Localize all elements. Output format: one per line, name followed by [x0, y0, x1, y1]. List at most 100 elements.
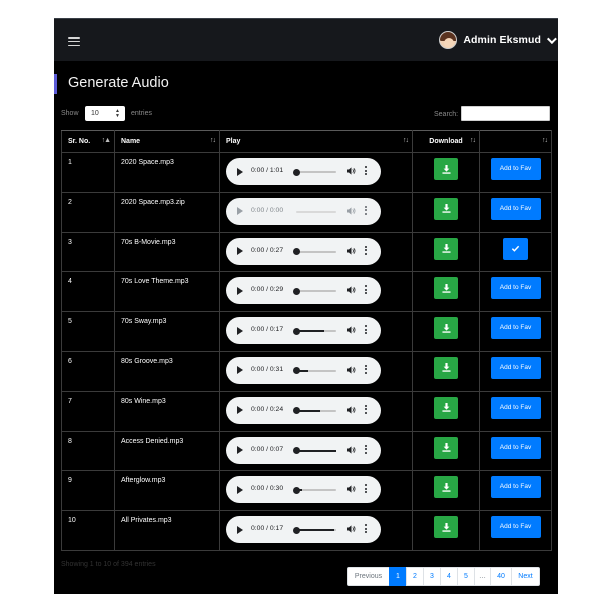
seek-knob[interactable] [292, 447, 300, 455]
add-to-fav-button[interactable]: Add to Fav [490, 277, 541, 300]
seek-bar[interactable] [292, 486, 336, 494]
more-options-icon[interactable] [365, 245, 367, 256]
volume-icon[interactable] [347, 365, 356, 375]
more-options-icon[interactable] [365, 325, 367, 335]
seek-knob[interactable] [292, 486, 300, 494]
seek-knob[interactable] [292, 287, 300, 295]
play-icon[interactable] [237, 485, 243, 494]
cell-sr-no: 7 [61, 390, 115, 432]
play-icon[interactable] [237, 326, 243, 335]
volume-icon[interactable] [347, 325, 356, 335]
cell-download [412, 191, 480, 233]
audio-player[interactable]: 0:00 / 0:31 [226, 356, 381, 384]
play-icon[interactable] [237, 366, 243, 375]
audio-player[interactable]: 0:00 / 0:17 [226, 516, 381, 544]
audio-player[interactable]: 0:00 / 0:27 [226, 237, 381, 265]
favorited-button[interactable] [503, 237, 528, 260]
more-options-icon[interactable] [365, 285, 367, 295]
audio-player[interactable]: 0:00 / 0:30 [226, 476, 381, 504]
page-button-3[interactable]: 3 [423, 567, 441, 586]
seek-knob[interactable] [292, 168, 300, 176]
more-options-icon[interactable] [365, 166, 367, 176]
add-to-fav-button[interactable]: Add to Fav [490, 158, 541, 180]
download-button[interactable] [434, 237, 458, 260]
more-options-icon[interactable] [365, 484, 367, 494]
play-icon[interactable] [237, 167, 243, 176]
download-button[interactable] [434, 317, 458, 340]
more-options-icon[interactable] [365, 404, 367, 415]
seek-knob[interactable] [292, 367, 300, 375]
column-header-favorite[interactable]: ↑↓ [479, 130, 552, 153]
audio-player[interactable]: 0:00 / 0:24 [226, 396, 381, 424]
seek-bar[interactable] [292, 367, 336, 375]
seek-bar[interactable] [292, 447, 336, 455]
play-icon[interactable] [237, 207, 243, 216]
play-icon[interactable] [237, 406, 243, 415]
play-icon[interactable] [237, 525, 243, 534]
page-length-select[interactable]: 10 ▲ ▼ [85, 106, 125, 121]
play-icon[interactable] [237, 286, 243, 295]
play-icon[interactable] [237, 446, 243, 455]
volume-icon[interactable] [347, 484, 356, 494]
add-to-fav-button[interactable]: Add to Fav [490, 317, 541, 340]
user-menu[interactable]: Admin Eksmud [439, 30, 557, 50]
download-button[interactable] [434, 277, 458, 300]
seek-knob[interactable] [292, 407, 300, 415]
download-button[interactable] [434, 396, 458, 419]
audio-player[interactable]: 0:00 / 0:00 [226, 197, 381, 225]
add-to-fav-button[interactable]: Add to Fav [490, 476, 541, 499]
more-options-icon[interactable] [365, 524, 367, 534]
page-button-2[interactable]: 2 [406, 567, 424, 586]
volume-icon[interactable] [347, 206, 356, 216]
seek-knob[interactable] [292, 248, 300, 256]
volume-icon[interactable] [347, 166, 356, 176]
seek-bar[interactable] [292, 287, 336, 295]
download-button[interactable] [434, 476, 458, 499]
search-input[interactable] [461, 106, 550, 121]
download-button[interactable] [434, 356, 458, 379]
add-to-fav-button[interactable]: Add to Fav [490, 197, 541, 220]
add-to-fav-button[interactable]: Add to Fav [490, 436, 541, 459]
column-header-sr-no[interactable]: Sr. No. ↑▲ [61, 130, 115, 153]
add-to-fav-button[interactable]: Add to Fav [490, 356, 541, 379]
audio-time: 0:00 / 0:30 [251, 485, 284, 493]
download-button[interactable] [434, 158, 458, 180]
cell-player: 0:00 / 0:07 [219, 430, 413, 472]
seek-bar[interactable] [296, 210, 336, 213]
audio-player[interactable]: 0:00 / 0:29 [226, 277, 381, 305]
add-to-fav-button[interactable]: Add to Fav [490, 516, 541, 539]
volume-icon[interactable] [347, 405, 356, 415]
volume-icon[interactable] [347, 285, 356, 295]
seek-knob[interactable] [292, 526, 300, 534]
seek-bar[interactable] [292, 407, 336, 415]
audio-player[interactable]: 0:00 / 0:17 [226, 317, 381, 345]
seek-bar[interactable] [292, 526, 336, 534]
previous-page-button[interactable]: Previous [347, 567, 390, 586]
page-button-4[interactable]: 4 [440, 567, 458, 586]
column-header-name[interactable]: Name ↑↓ [114, 130, 220, 153]
more-options-icon[interactable] [365, 444, 367, 455]
seek-bar[interactable] [292, 168, 336, 176]
download-button[interactable] [434, 197, 458, 220]
play-icon[interactable] [237, 247, 243, 256]
seek-bar[interactable] [292, 248, 336, 256]
add-to-fav-button[interactable]: Add to Fav [490, 396, 541, 419]
audio-player[interactable]: 0:00 / 1:01 [226, 158, 381, 185]
volume-icon[interactable] [347, 445, 356, 455]
column-header-download[interactable]: Download ↑↓ [412, 130, 480, 153]
volume-icon[interactable] [347, 246, 356, 256]
seek-knob[interactable] [292, 327, 300, 335]
volume-icon[interactable] [347, 524, 356, 534]
download-button[interactable] [434, 516, 458, 539]
more-options-icon[interactable] [365, 364, 367, 375]
column-header-play[interactable]: Play ↑↓ [219, 130, 413, 153]
more-options-icon[interactable] [365, 205, 367, 216]
audio-player[interactable]: 0:00 / 0:07 [226, 436, 381, 464]
menu-toggle-icon[interactable] [68, 37, 80, 47]
seek-bar[interactable] [292, 327, 336, 335]
page-button-40[interactable]: 40 [490, 567, 512, 586]
next-page-button[interactable]: Next [511, 567, 540, 586]
download-button[interactable] [434, 436, 458, 459]
page-button-1[interactable]: 1 [389, 567, 407, 586]
page-button-5[interactable]: 5 [457, 567, 475, 586]
